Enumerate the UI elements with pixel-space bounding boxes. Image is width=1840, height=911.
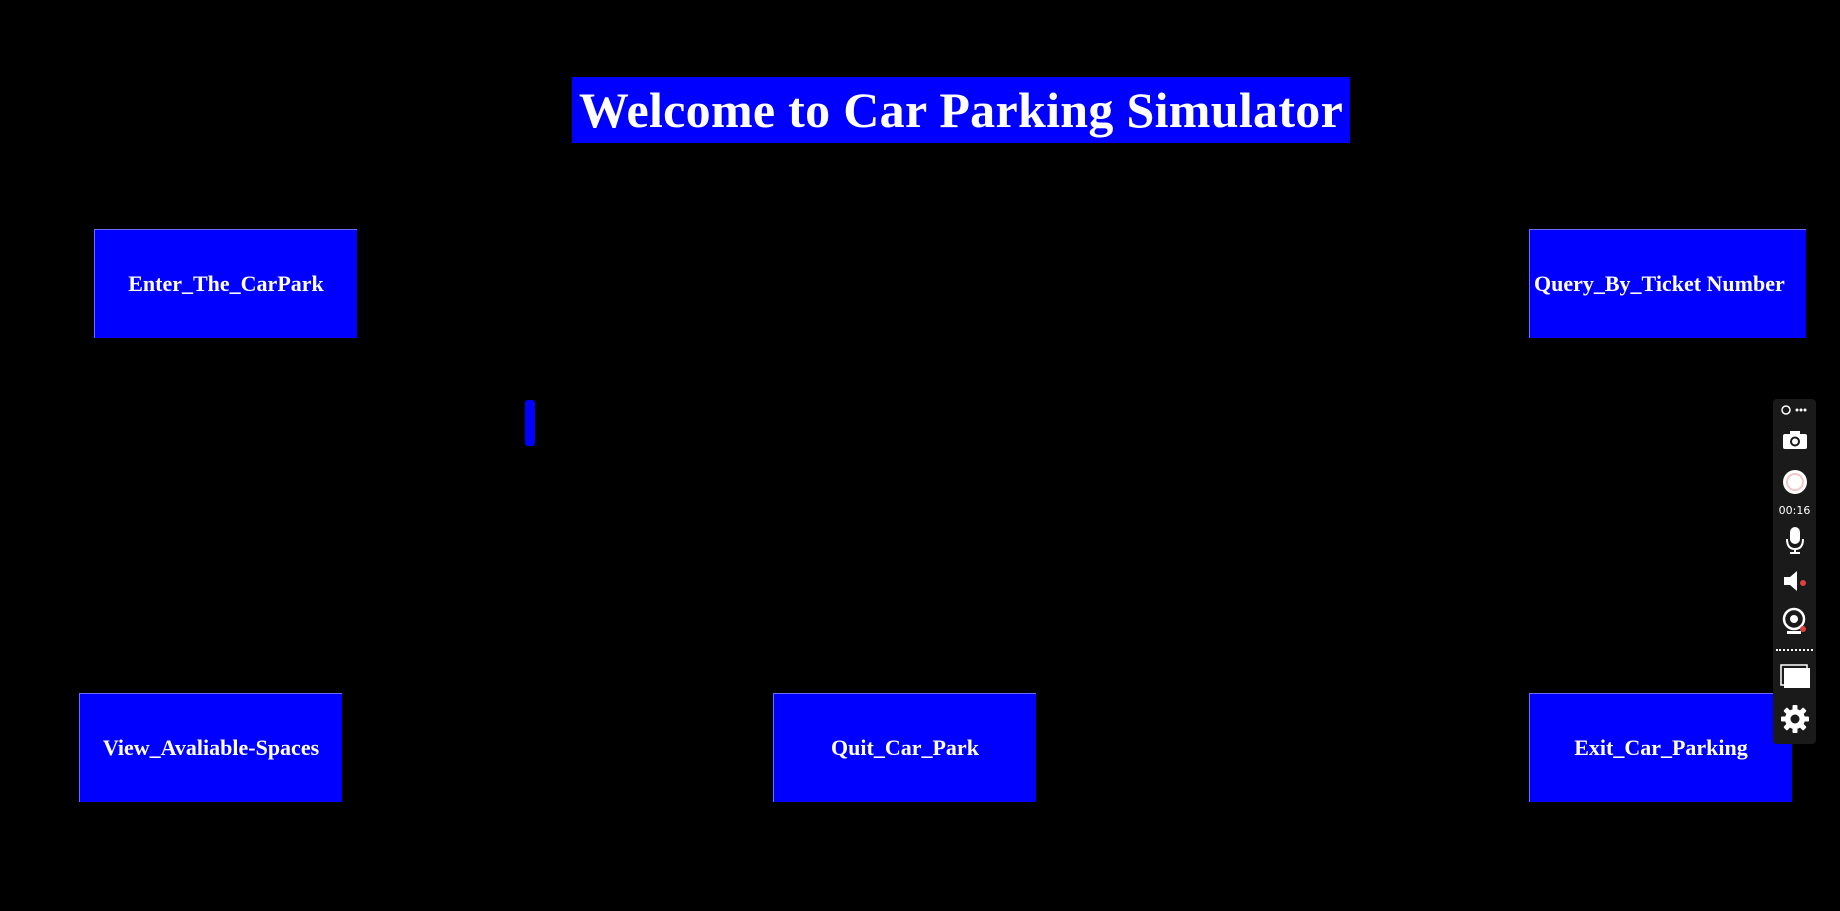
query-ticket-button[interactable]: Query_By_Ticket Number: [1529, 229, 1806, 338]
camera-icon[interactable]: [1773, 425, 1816, 455]
quit-car-park-button[interactable]: Quit_Car_Park: [773, 693, 1036, 802]
record-icon[interactable]: [1773, 466, 1816, 498]
window-icon[interactable]: [1773, 661, 1816, 691]
enter-carpark-button[interactable]: Enter_The_CarPark: [94, 229, 357, 338]
microphone-icon[interactable]: [1773, 524, 1816, 556]
recorder-toolbar: 00:16: [1773, 399, 1816, 744]
link-more-icon[interactable]: [1773, 401, 1816, 419]
page-title: Welcome to Car Parking Simulator: [572, 77, 1350, 143]
webcam-off-icon[interactable]: [1773, 605, 1816, 639]
gear-icon[interactable]: [1773, 701, 1816, 737]
text-caret: [525, 400, 535, 446]
exit-car-parking-button[interactable]: Exit_Car_Parking: [1529, 693, 1792, 802]
speaker-muted-icon[interactable]: [1773, 566, 1816, 596]
view-spaces-button[interactable]: View_Avaliable-Spaces: [79, 693, 342, 802]
toolbar-divider: [1776, 649, 1813, 651]
recording-timer: 00:16: [1778, 504, 1811, 517]
